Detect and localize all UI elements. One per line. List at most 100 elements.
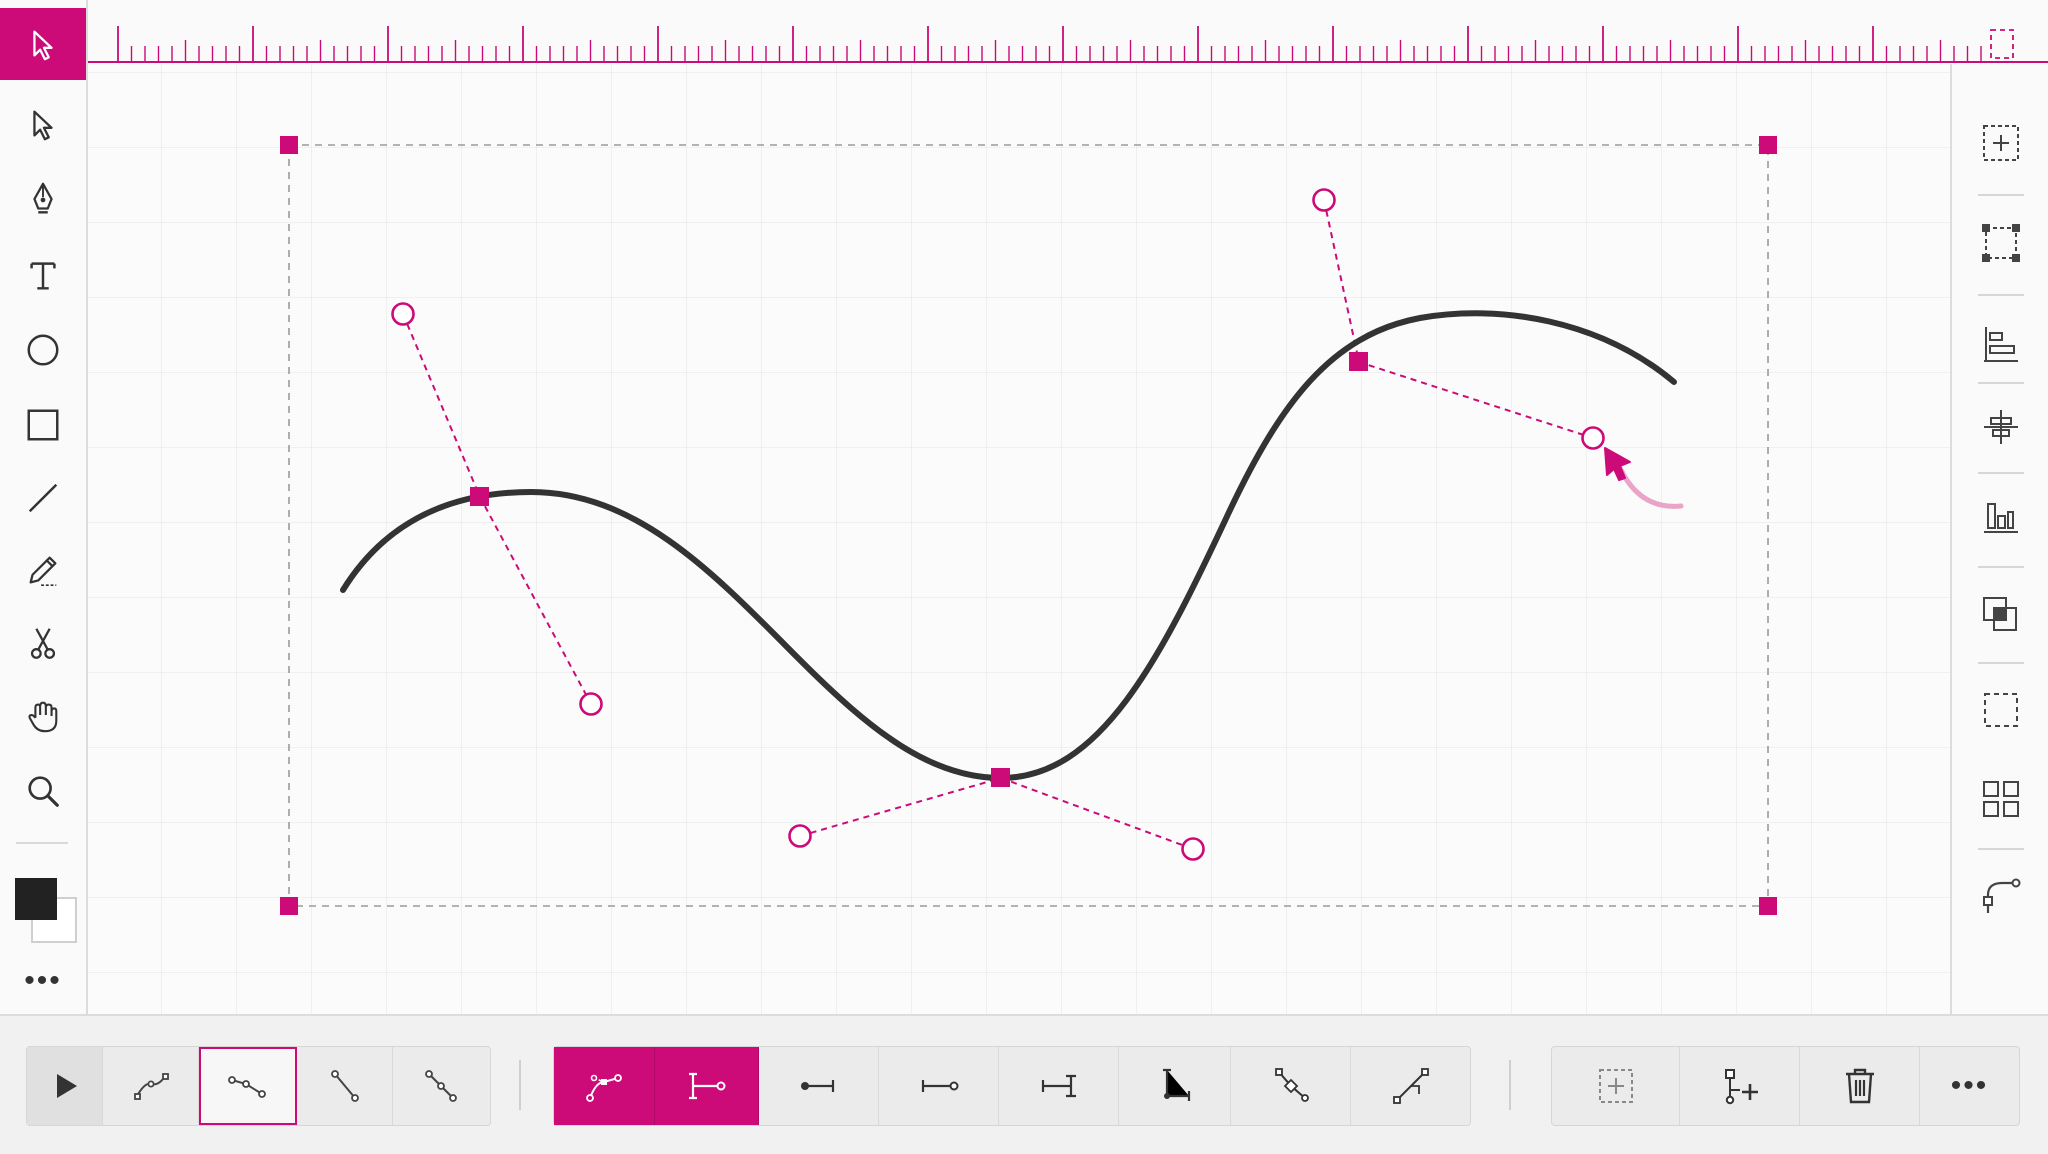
control-handle[interactable]	[391, 302, 415, 326]
line-icon	[28, 483, 58, 513]
play-button[interactable]	[27, 1047, 103, 1125]
text-tool[interactable]	[0, 239, 86, 311]
align-left-icon	[1984, 327, 2018, 362]
drawing-canvas[interactable]	[88, 64, 1950, 1014]
overlap-icon	[1983, 597, 2017, 631]
node-segment-button[interactable]	[199, 1047, 297, 1125]
panel-divider	[1978, 472, 2024, 474]
bbox-handle-top-right[interactable]	[1759, 136, 1777, 154]
add-frame-action-button[interactable]	[1552, 1047, 1680, 1125]
node-segment-icon	[228, 1076, 266, 1098]
rectangle-tool[interactable]	[0, 389, 86, 461]
bottom-toolbar: •••	[0, 1014, 2048, 1154]
control-handle[interactable]	[1181, 837, 1205, 861]
bezier-corner-button[interactable]	[1964, 861, 2038, 931]
pen-tool[interactable]	[0, 163, 86, 235]
delete-button[interactable]	[1800, 1047, 1920, 1125]
node-break-button[interactable]	[393, 1047, 488, 1125]
path-mode-group	[26, 1046, 491, 1126]
magnifier-icon	[28, 776, 59, 807]
bezier-curve-path[interactable]	[340, 310, 1677, 782]
more-tools-button[interactable]: •••	[18, 963, 68, 999]
align-left-button[interactable]	[1964, 309, 2038, 379]
left-toolbar: •••	[0, 0, 88, 1014]
grid-icon	[1983, 781, 2019, 817]
overlap-button[interactable]	[1964, 580, 2038, 650]
hand-icon	[28, 701, 58, 733]
pencil-icon	[29, 556, 57, 587]
distribute-vertical-button[interactable]	[1964, 392, 2038, 462]
line-bar-button[interactable]	[999, 1047, 1119, 1125]
panel-divider	[1978, 194, 2024, 196]
panel-divider	[1978, 294, 2024, 296]
anchor-point[interactable]	[1349, 352, 1368, 371]
select-tool[interactable]	[0, 8, 86, 80]
bbox-handle-top-left[interactable]	[280, 136, 298, 154]
control-handle[interactable]	[579, 692, 603, 716]
edit-actions-group: •••	[1551, 1046, 2020, 1126]
control-handle[interactable]	[788, 824, 812, 848]
pencil-tool[interactable]	[0, 534, 86, 606]
smooth-node-button[interactable]	[554, 1047, 655, 1125]
control-handle[interactable]	[1581, 426, 1605, 450]
node-edit-button[interactable]	[1351, 1047, 1470, 1125]
anchor-point[interactable]	[991, 768, 1010, 787]
ruler-corner-icon	[1990, 29, 2014, 59]
bbox-handle-bottom-left[interactable]	[280, 897, 298, 915]
line-start-dot-button[interactable]	[879, 1047, 999, 1125]
node-edit-icon	[1392, 1068, 1429, 1104]
more-actions-button[interactable]: •••	[1920, 1047, 2019, 1125]
zoom-tool[interactable]	[0, 755, 86, 827]
ellipse-tool[interactable]	[0, 314, 86, 386]
bounding-box-icon	[1982, 224, 2020, 262]
panel-divider	[1978, 382, 2024, 384]
grid-button[interactable]	[1964, 764, 2038, 834]
bezier-handle-lines	[402, 199, 1594, 850]
dashed-frame-icon	[1984, 693, 2018, 727]
toolbar-divider	[1509, 1060, 1511, 1110]
add-frame-icon	[1983, 125, 2019, 161]
panel-divider	[1978, 566, 2024, 568]
smooth-node-icon	[586, 1074, 622, 1102]
direct-select-tool[interactable]	[0, 88, 86, 160]
add-frame-button[interactable]	[1964, 108, 2038, 178]
line-end-dot-button[interactable]	[759, 1047, 879, 1125]
circle-icon	[27, 334, 59, 366]
corner-join-icon	[1162, 1068, 1190, 1101]
corner-join-button[interactable]	[1119, 1047, 1231, 1125]
line-end-dot-icon	[800, 1080, 834, 1092]
more-icon: •••	[1950, 1069, 1989, 1102]
add-node-icon	[1724, 1069, 1758, 1105]
bounding-box-button[interactable]	[1964, 208, 2038, 278]
line-tool[interactable]	[0, 462, 86, 534]
dashed-frame-button[interactable]	[1964, 675, 2038, 745]
scissors-tool[interactable]	[0, 607, 86, 679]
handle-line-button[interactable]	[655, 1047, 759, 1125]
hand-tool[interactable]	[0, 680, 86, 752]
align-bottom-button[interactable]	[1964, 482, 2038, 552]
panel-divider	[1978, 662, 2024, 664]
node-line-icon	[330, 1070, 359, 1102]
arrow-cursor-icon	[33, 30, 53, 61]
fill-color-swatch[interactable]	[15, 878, 57, 920]
distribute-vertical-icon	[1984, 410, 2018, 444]
square-icon	[27, 409, 59, 441]
node-smooth-button[interactable]	[103, 1047, 199, 1125]
align-bottom-icon	[1984, 503, 2018, 533]
add-node-button[interactable]	[1680, 1047, 1800, 1125]
control-handle[interactable]	[1312, 188, 1336, 212]
node-line-button[interactable]	[297, 1047, 393, 1125]
line-bar-icon	[1041, 1074, 1076, 1098]
node-convert-icon	[1274, 1068, 1309, 1102]
line-start-dot-icon	[921, 1080, 958, 1092]
anchor-point[interactable]	[470, 487, 489, 506]
bbox-handle-bottom-right[interactable]	[1759, 897, 1777, 915]
node-break-icon	[424, 1070, 457, 1102]
toolbar-divider	[519, 1060, 521, 1110]
top-ruler	[88, 0, 2048, 64]
more-icon: •••	[24, 964, 62, 997]
node-convert-button[interactable]	[1231, 1047, 1351, 1125]
add-frame-icon	[1598, 1069, 1633, 1103]
node-smooth-icon	[133, 1073, 169, 1100]
toolbar-divider	[16, 842, 68, 844]
